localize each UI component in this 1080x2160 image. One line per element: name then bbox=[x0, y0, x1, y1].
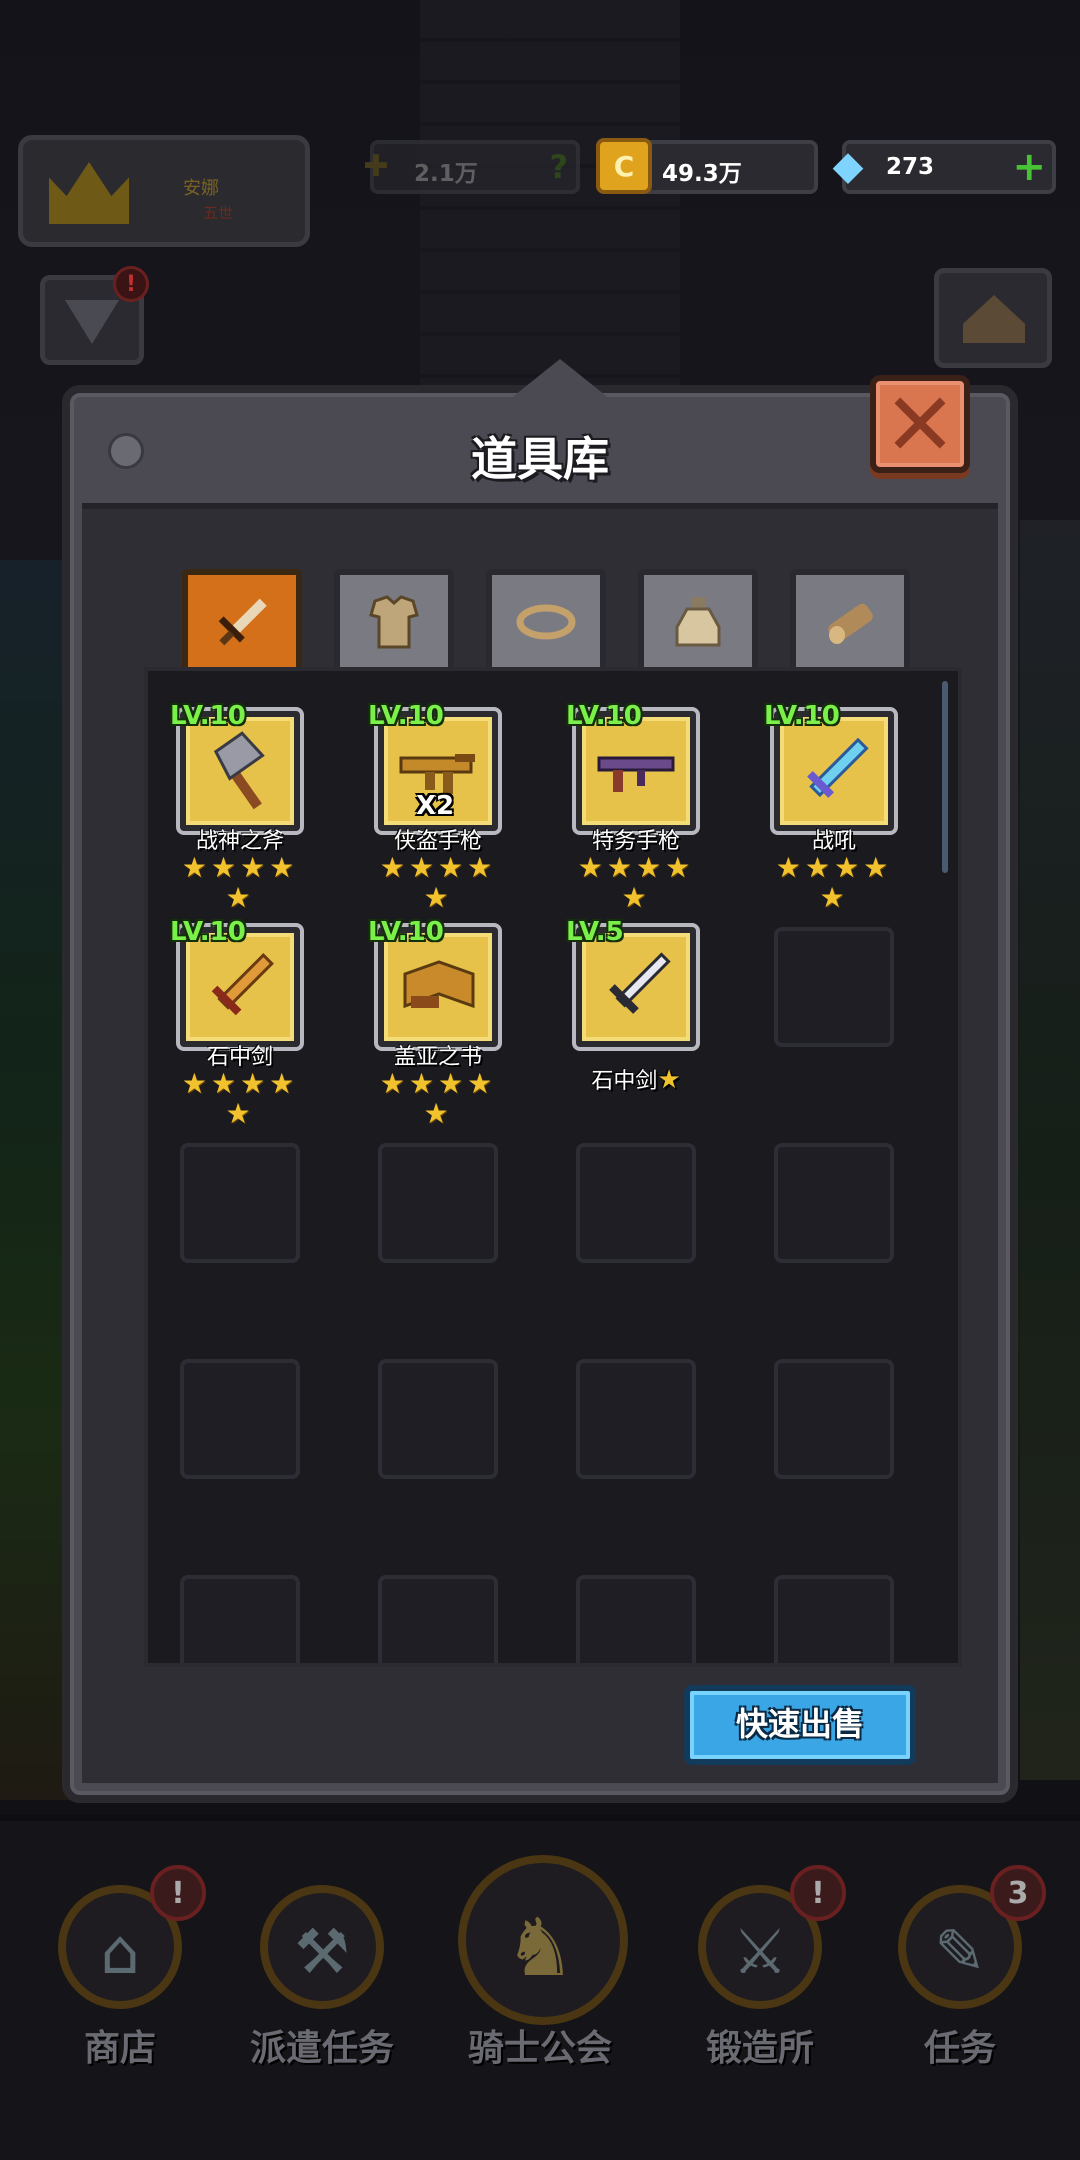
tab-ring[interactable] bbox=[486, 569, 606, 669]
nav-quests[interactable]: ✎ 3 任务 bbox=[860, 1865, 1060, 2105]
dropdown-button[interactable]: ! bbox=[40, 266, 149, 365]
diamond-icon: ◆ bbox=[832, 143, 864, 189]
nav-forge[interactable]: ⚔ ! 锻造所 bbox=[660, 1865, 860, 2105]
help-icon[interactable]: ? bbox=[549, 148, 568, 186]
item-slot[interactable]: LV.10 石中剑 ★★★★ ★ bbox=[170, 917, 300, 1129]
empty-slot[interactable] bbox=[576, 1575, 696, 1663]
player-title: 五世 bbox=[203, 204, 234, 222]
gem-value: 273 bbox=[886, 154, 935, 180]
item-level: LV.5 bbox=[566, 917, 624, 947]
wood-log-icon bbox=[828, 603, 873, 644]
alert-badge: ! bbox=[790, 1865, 846, 1921]
empty-slot[interactable] bbox=[774, 927, 894, 1047]
gold-coin-icon: C bbox=[596, 138, 652, 194]
item-level: LV.10 bbox=[764, 701, 840, 731]
item-slot[interactable]: LV.5 石中剑★ bbox=[566, 917, 696, 1095]
gold-resource[interactable]: C 49.3万 bbox=[596, 138, 818, 194]
empty-slot[interactable] bbox=[774, 1575, 894, 1663]
item-name: 石中剑★ bbox=[591, 1065, 681, 1095]
player-name: 安娜 bbox=[183, 178, 219, 199]
item-level: LV.10 bbox=[566, 701, 642, 731]
shop-icon: ⌂ bbox=[100, 1915, 140, 1988]
quest-scroll-icon: ✎ bbox=[934, 1915, 986, 1988]
item-level: LV.10 bbox=[170, 701, 246, 731]
alert-badge: ! bbox=[150, 1865, 206, 1921]
smg-icon bbox=[597, 756, 675, 792]
item-slot[interactable]: LV.10 盖亚之书 ★★★★ ★ bbox=[368, 917, 498, 1129]
category-tabs bbox=[182, 569, 910, 669]
ring-icon bbox=[516, 604, 576, 640]
inventory-panel: 道具库 LV.10 战神之斧 ★★★★ ★ LV.10 X2 侠盗手枪 ★★★★… bbox=[62, 359, 1018, 1803]
nav-label: 派遣任务 bbox=[249, 2028, 394, 2069]
item-slot[interactable]: LV.10 特务手枪 ★★★★ ★ bbox=[566, 701, 696, 913]
panel-body: LV.10 战神之斧 ★★★★ ★ LV.10 X2 侠盗手枪 ★★★★ ★ L… bbox=[82, 503, 998, 1783]
item-stars: ★★★★ ★ bbox=[775, 851, 893, 914]
player-card[interactable]: 安娜 五世 bbox=[18, 135, 310, 247]
nav-knight-guild[interactable]: ♞ 骑士公会 bbox=[440, 1855, 640, 2105]
item-slot[interactable]: LV.10 战吼 ★★★★ ★ bbox=[764, 701, 894, 913]
item-stars: ★★★★ ★ bbox=[379, 1067, 497, 1130]
item-level: LV.10 bbox=[368, 701, 444, 731]
item-level: LV.10 bbox=[368, 917, 444, 947]
gold-value: 49.3万 bbox=[662, 161, 742, 187]
nav-label: 锻造所 bbox=[705, 2028, 814, 2069]
anvil-hammer-icon: ⚔ bbox=[732, 1915, 788, 1988]
scrollbar[interactable] bbox=[942, 681, 948, 873]
item-stars: ★★★★ ★ bbox=[577, 851, 695, 914]
count-badge: 3 bbox=[990, 1865, 1046, 1921]
golden-sword-icon bbox=[211, 953, 274, 1016]
empty-slot[interactable] bbox=[576, 1359, 696, 1479]
book-icon bbox=[403, 960, 475, 1009]
item-count: X2 bbox=[416, 791, 455, 821]
cross-power-icon: ✚ bbox=[363, 148, 389, 184]
gem-resource[interactable]: ◆ 273 + bbox=[833, 140, 1056, 194]
item-stars: ★★★★ ★ bbox=[181, 851, 299, 914]
quick-sell-button[interactable]: 快速出售 bbox=[684, 1685, 916, 1765]
empty-slot[interactable] bbox=[774, 1143, 894, 1263]
steel-sword-icon bbox=[609, 952, 671, 1014]
empty-slot[interactable] bbox=[180, 1143, 300, 1263]
nav-label: 商店 bbox=[83, 2028, 156, 2069]
item-level: LV.10 bbox=[170, 917, 246, 947]
armor-icon bbox=[369, 595, 419, 649]
nav-label: 骑士公会 bbox=[467, 2028, 612, 2069]
sword-icon bbox=[218, 598, 267, 646]
panel-title: 道具库 bbox=[471, 432, 609, 486]
home-button[interactable] bbox=[934, 268, 1052, 368]
empty-slot[interactable] bbox=[180, 1575, 300, 1663]
add-gem-button[interactable]: + bbox=[1012, 144, 1046, 190]
dispatch-icon: ⚒ bbox=[294, 1915, 350, 1988]
item-stars: ★★★★ ★ bbox=[379, 851, 497, 914]
item-slot[interactable]: LV.10 X2 侠盗手枪 ★★★★ ★ bbox=[368, 701, 498, 913]
crystal-sword-icon bbox=[807, 737, 869, 798]
tab-armor[interactable] bbox=[334, 569, 454, 669]
knight-helmet-icon: ♞ bbox=[504, 1901, 576, 1994]
tab-potion[interactable] bbox=[638, 569, 758, 669]
potion-icon bbox=[675, 597, 721, 647]
item-slot[interactable]: LV.10 战神之斧 ★★★★ ★ bbox=[170, 701, 300, 913]
nav-dispatch[interactable]: ⚒ 派遣任务 bbox=[222, 1865, 422, 2105]
power-value: 2.1万 bbox=[414, 161, 478, 187]
axe-icon bbox=[213, 731, 265, 810]
power-resource[interactable]: ✚ 2.1万 ? bbox=[363, 140, 580, 194]
empty-slot[interactable] bbox=[774, 1359, 894, 1479]
empty-slot[interactable] bbox=[576, 1143, 696, 1263]
crown-icon bbox=[49, 162, 129, 224]
nav-shop[interactable]: ⌂ ! 商店 bbox=[20, 1865, 220, 2105]
nav-label: 任务 bbox=[923, 2028, 996, 2069]
empty-slot[interactable] bbox=[378, 1359, 498, 1479]
empty-slot[interactable] bbox=[180, 1359, 300, 1479]
tab-weapon[interactable] bbox=[182, 569, 302, 669]
alert-badge: ! bbox=[113, 266, 149, 302]
item-stars: ★★★★ ★ bbox=[181, 1067, 299, 1130]
tab-material[interactable] bbox=[790, 569, 910, 669]
close-button[interactable] bbox=[870, 375, 970, 473]
item-grid[interactable]: LV.10 战神之斧 ★★★★ ★ LV.10 X2 侠盗手枪 ★★★★ ★ L… bbox=[144, 667, 962, 1667]
empty-slot[interactable] bbox=[378, 1143, 498, 1263]
empty-slot[interactable] bbox=[378, 1575, 498, 1663]
